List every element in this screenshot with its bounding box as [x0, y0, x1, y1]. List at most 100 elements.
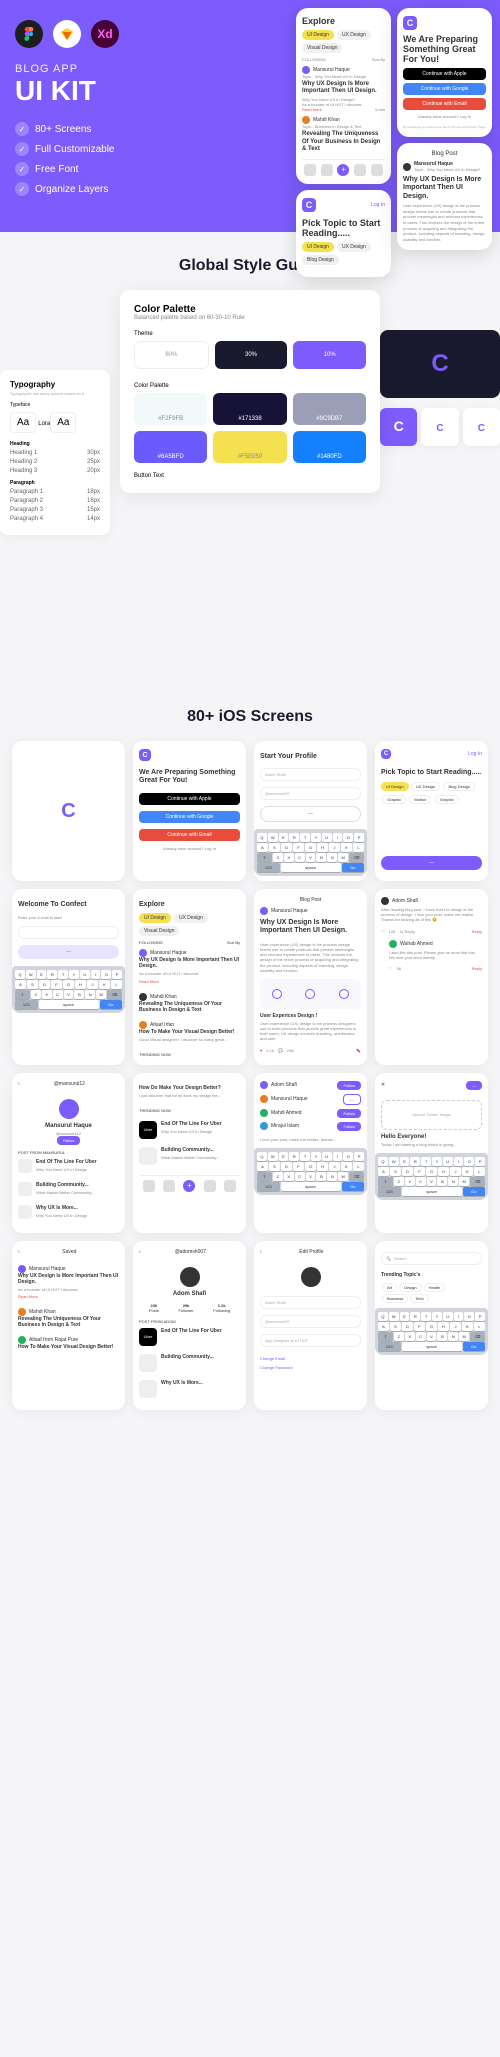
login-link[interactable]: Log In: [371, 202, 385, 208]
post-item[interactable]: UberEnd Of The Line For Uber: [139, 1328, 240, 1346]
apple-button[interactable]: Continue with Apple: [403, 68, 486, 80]
login-link[interactable]: Already have account? Log In: [139, 846, 240, 851]
profile-icon[interactable]: [371, 164, 383, 176]
login-link[interactable]: Log In: [468, 751, 482, 757]
back-icon[interactable]: ‹: [18, 1081, 20, 1087]
search-icon[interactable]: [163, 1180, 175, 1192]
back-icon[interactable]: ‹: [18, 1249, 20, 1255]
chip[interactable]: Blog Design: [302, 255, 339, 265]
follow-button[interactable]: Follow: [337, 1122, 361, 1131]
follow-button[interactable]: Follow: [57, 1136, 81, 1145]
post-item[interactable]: Mahdi Khan Revealing The Uniqueness Of Y…: [18, 1308, 119, 1328]
chip[interactable]: Visual Design: [139, 926, 179, 936]
post-item[interactable]: Why UX Is More...Why You Need UX In Desi…: [18, 1205, 119, 1220]
chip[interactable]: Graphic: [382, 795, 406, 804]
chip-ui[interactable]: UI Design: [302, 30, 334, 40]
google-button[interactable]: Continue with Google: [139, 811, 240, 823]
upload-area[interactable]: Upload Thumb Image: [381, 1100, 482, 1130]
already-link[interactable]: Already have account? Log In: [403, 114, 486, 119]
close-icon[interactable]: ✕: [381, 1082, 385, 1088]
chip[interactable]: Blog Design: [443, 782, 475, 791]
chip[interactable]: UX Design: [411, 782, 440, 791]
post-item[interactable]: Mansurul Haque Why UX Design Is More Imp…: [18, 1265, 119, 1300]
post-item[interactable]: Mahdi Khan Revealing The Uniqueness Of Y…: [139, 993, 240, 1013]
back-icon[interactable]: ‹: [260, 1249, 262, 1255]
post-item[interactable]: Altaaf Irfan How To Make Your Visual Des…: [139, 1021, 240, 1044]
follow-button[interactable]: Follow: [337, 1109, 361, 1118]
email-button[interactable]: Continue with Email: [403, 98, 486, 110]
name-input[interactable]: Adom Shafi: [260, 768, 361, 781]
check-icon: ✓: [15, 142, 29, 156]
chip-ux[interactable]: UX Design: [337, 30, 371, 40]
bookmark-icon[interactable]: [354, 164, 366, 176]
keyboard[interactable]: QWERTYUIOPASDFGHJKL⇧ZXCVBNM⌫123spaceGo: [254, 829, 367, 876]
apple-button[interactable]: Continue with Apple: [139, 793, 240, 805]
chip[interactable]: Graphic: [435, 795, 459, 804]
back-icon[interactable]: ‹: [139, 1249, 141, 1255]
bottom-nav: +: [302, 159, 385, 176]
post-item[interactable]: Building Community...What Makes Better C…: [139, 1147, 240, 1165]
handle-input[interactable]: @adomsh007: [260, 1315, 361, 1328]
name-input[interactable]: Adom Shafi: [260, 1296, 361, 1309]
chip[interactable]: UX Design: [174, 913, 208, 923]
avatar-icon[interactable]: [301, 1267, 321, 1287]
bookmark-icon[interactable]: 🔖: [356, 1048, 361, 1053]
comment-icon[interactable]: 💬: [278, 1048, 283, 1053]
post-item[interactable]: Altaaf from Rajat Pure How To Make Your …: [18, 1336, 119, 1350]
typo-title: Typography: [10, 380, 100, 389]
figma-icon: [15, 20, 43, 48]
sort-label[interactable]: Sort By: [372, 57, 385, 62]
search-icon[interactable]: [321, 164, 333, 176]
search-input[interactable]: 🔍Search: [381, 1252, 482, 1265]
heart-icon[interactable]: ♥: [260, 1048, 262, 1053]
profile-icon[interactable]: [224, 1180, 236, 1192]
add-icon[interactable]: +: [337, 164, 349, 176]
keyboard[interactable]: QWERTYUIOPASDFGHJKL⇧ZXCVBNM⌫123spaceGo: [254, 1148, 367, 1195]
chip[interactable]: UI Design: [139, 913, 171, 923]
like-icon[interactable]: ♡: [389, 966, 393, 971]
post-item[interactable]: UberEnd Of The Line For UberWhy You Need…: [139, 1121, 240, 1139]
search-icon: 🔍: [386, 1256, 391, 1261]
continue-button[interactable]: —: [18, 945, 119, 959]
post-item[interactable]: Mansurul Haque Topic - Why You Need UX I…: [302, 66, 385, 112]
handle-input[interactable]: @adomsh007: [260, 787, 361, 800]
read-more-link[interactable]: Read More: [302, 107, 322, 112]
post-item[interactable]: Building Community...: [139, 1354, 240, 1372]
keyboard[interactable]: QWERTYUIOPASDFGHJKL⇧ZXCVBNM⌫123spaceGo: [12, 966, 125, 1013]
post-item[interactable]: Mansurul Haque Why UX Design Is More Imp…: [139, 949, 240, 984]
like-icon[interactable]: ♡: [381, 929, 385, 934]
chip[interactable]: UX Design: [337, 242, 371, 252]
keyboard[interactable]: QWERTYUIOPASDFGHJKL⇧ZXCVBNM⌫123spaceGo: [375, 1308, 488, 1355]
post-item[interactable]: Mahdi Khan Topic - Business In Design & …: [302, 116, 385, 153]
change-password-link[interactable]: Change Password: [260, 1365, 361, 1370]
home-icon[interactable]: [143, 1180, 155, 1192]
chip[interactable]: UI Design: [381, 782, 409, 791]
email-button[interactable]: Continue with Email: [139, 829, 240, 841]
chip[interactable]: Tech: [410, 1294, 428, 1303]
publish-button[interactable]: —: [466, 1081, 482, 1090]
post-item[interactable]: Why UX Is More...: [139, 1380, 240, 1398]
post-item[interactable]: End Of The Line For UberWhy You Need UX …: [18, 1159, 119, 1174]
follow-button[interactable]: Follow: [337, 1081, 361, 1090]
continue-button[interactable]: —: [260, 806, 361, 822]
change-email-link[interactable]: Change Email: [260, 1356, 361, 1361]
chip[interactable]: Motion: [409, 795, 431, 804]
chip[interactable]: Business: [382, 1294, 408, 1303]
following-button[interactable]: —: [343, 1094, 361, 1105]
chip-visual[interactable]: Visual Design: [302, 43, 342, 53]
bio-input[interactable]: App Designer at UI HUT: [260, 1334, 361, 1347]
post-item[interactable]: Building Community...What Makes Better C…: [18, 1182, 119, 1197]
home-icon[interactable]: [304, 164, 316, 176]
chip[interactable]: UI Design: [302, 242, 334, 252]
keyboard[interactable]: QWERTYUIOPASDFGHJKL⇧ZXCVBNM⌫123spaceGo: [375, 1153, 488, 1200]
chip[interactable]: Art: [382, 1283, 397, 1292]
add-icon[interactable]: +: [183, 1180, 195, 1192]
post-item[interactable]: How Do Make Your Design Better? I just d…: [139, 1085, 240, 1100]
reply-link[interactable]: 11 Reply: [399, 929, 415, 934]
bookmark-icon[interactable]: [204, 1180, 216, 1192]
chip[interactable]: Health: [424, 1283, 446, 1292]
continue-button[interactable]: —: [381, 856, 482, 870]
google-button[interactable]: Continue with Google: [403, 83, 486, 95]
chip[interactable]: Design: [399, 1283, 421, 1292]
email-input[interactable]: [18, 926, 119, 939]
